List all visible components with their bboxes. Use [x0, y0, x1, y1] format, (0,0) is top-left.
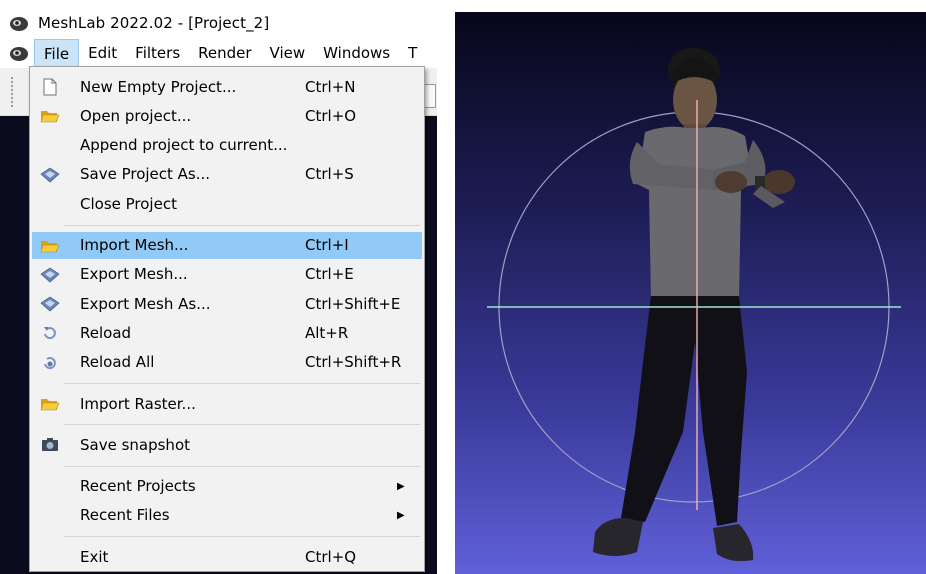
menu-item-shortcut: Ctrl+Shift+R	[305, 353, 402, 372]
menu-item-label: Recent Projects	[80, 477, 196, 496]
menu-filters[interactable]: Filters	[126, 39, 189, 67]
menu-item-label: New Empty Project...	[80, 77, 237, 96]
menu-render[interactable]: Render	[189, 39, 260, 67]
menu-item-shortcut: Ctrl+E	[305, 265, 354, 284]
menu-item-exit[interactable]: Exit Ctrl+Q	[32, 543, 422, 570]
menu-item-label: Close Project	[80, 194, 177, 213]
menu-item-label: Exit	[80, 547, 109, 566]
menu-item-shortcut: Ctrl+N	[305, 77, 356, 96]
menu-item-label: Recent Files	[80, 506, 170, 525]
menu-item-export-mesh-as[interactable]: Export Mesh As... Ctrl+Shift+E	[32, 290, 422, 317]
menu-item-open-project[interactable]: Open project... Ctrl+O	[32, 102, 422, 129]
3d-viewport[interactable]	[455, 12, 926, 574]
menu-separator	[64, 424, 420, 426]
submenu-arrow-icon: ▶	[397, 480, 405, 492]
open-folder-icon	[40, 106, 60, 126]
menu-bar: File Edit Filters Render View Windows T	[0, 38, 437, 68]
menu-separator	[64, 383, 420, 384]
menu-item-label: Save Project As...	[80, 165, 211, 184]
menu-item-recent-projects[interactable]: Recent Projects ▶	[32, 473, 422, 500]
reload-all-icon	[40, 353, 60, 373]
menu-item-reload[interactable]: Reload Alt+R	[32, 319, 422, 346]
menu-item-label: Reload	[80, 323, 132, 342]
menu-item-recent-files[interactable]: Recent Files ▶	[32, 502, 422, 529]
menu-separator	[64, 536, 420, 538]
menu-item-export-mesh[interactable]: Export Mesh... Ctrl+E	[32, 261, 422, 288]
menu-item-new-empty-project[interactable]: New Empty Project... Ctrl+N	[32, 73, 422, 100]
menu-item-import-raster[interactable]: Import Raster...	[32, 390, 422, 417]
reload-icon	[40, 323, 60, 343]
menu-item-import-mesh[interactable]: Import Mesh... Ctrl+I	[32, 231, 422, 259]
menu-item-label: Export Mesh As...	[80, 294, 211, 313]
new-document-icon	[40, 77, 60, 97]
menu-item-save-project-as[interactable]: Save Project As... Ctrl+S	[32, 161, 422, 188]
meshlab-window: MeshLab 2022.02 - [Project_2] File Edit …	[0, 0, 437, 574]
menu-item-shortcut: Ctrl+S	[305, 165, 354, 184]
open-folder-icon	[40, 236, 60, 256]
menu-item-shortcut: Ctrl+Q	[305, 547, 357, 566]
save-diamond-icon	[40, 165, 60, 185]
menu-item-shortcut: Ctrl+I	[305, 236, 349, 254]
title-bar: MeshLab 2022.02 - [Project_2]	[0, 8, 437, 38]
menu-item-label: Save snapshot	[80, 435, 191, 454]
toolbar-button[interactable]	[424, 84, 436, 108]
save-diamond-icon	[40, 265, 60, 285]
menu-tools[interactable]: T	[399, 39, 426, 67]
menu-edit[interactable]: Edit	[79, 39, 126, 67]
menu-separator	[64, 465, 420, 467]
menu-separator	[64, 224, 420, 226]
camera-icon	[40, 435, 60, 455]
menu-item-shortcut: Alt+R	[305, 323, 349, 342]
menu-item-label: Import Raster...	[80, 394, 196, 413]
file-menu-dropdown: New Empty Project... Ctrl+N Open project..…	[29, 66, 425, 572]
menu-item-label: Export Mesh...	[80, 265, 188, 284]
menu-item-label: Reload All	[80, 353, 155, 372]
open-folder-icon	[40, 394, 60, 414]
submenu-arrow-icon: ▶	[397, 509, 405, 521]
menu-item-label: Append project to current...	[80, 136, 288, 155]
menu-item-label: Import Mesh...	[80, 236, 189, 254]
menu-item-shortcut: Ctrl+O	[305, 106, 357, 125]
menu-windows[interactable]: Windows	[314, 39, 399, 67]
menu-item-close-project[interactable]: Close Project	[32, 190, 422, 217]
menu-view[interactable]: View	[261, 39, 315, 67]
meshlab-logo-icon	[8, 12, 30, 34]
viewport-scene	[487, 48, 901, 562]
window-title: MeshLab 2022.02 - [Project_2]	[38, 14, 270, 32]
menu-item-append-project-to-current[interactable]: Append project to current...	[32, 132, 422, 159]
menu-item-shortcut: Ctrl+Shift+E	[305, 294, 401, 313]
menu-item-label: Open project...	[80, 106, 192, 125]
save-diamond-icon	[40, 294, 60, 314]
menu-file[interactable]: File	[34, 39, 80, 67]
menu-item-reload-all[interactable]: Reload All Ctrl+Shift+R	[32, 349, 422, 376]
menu-item-save-snapshot[interactable]: Save snapshot	[32, 431, 422, 458]
meshlab-menu-logo-icon[interactable]	[8, 42, 30, 64]
toolbar-grip-handle[interactable]	[10, 76, 14, 108]
